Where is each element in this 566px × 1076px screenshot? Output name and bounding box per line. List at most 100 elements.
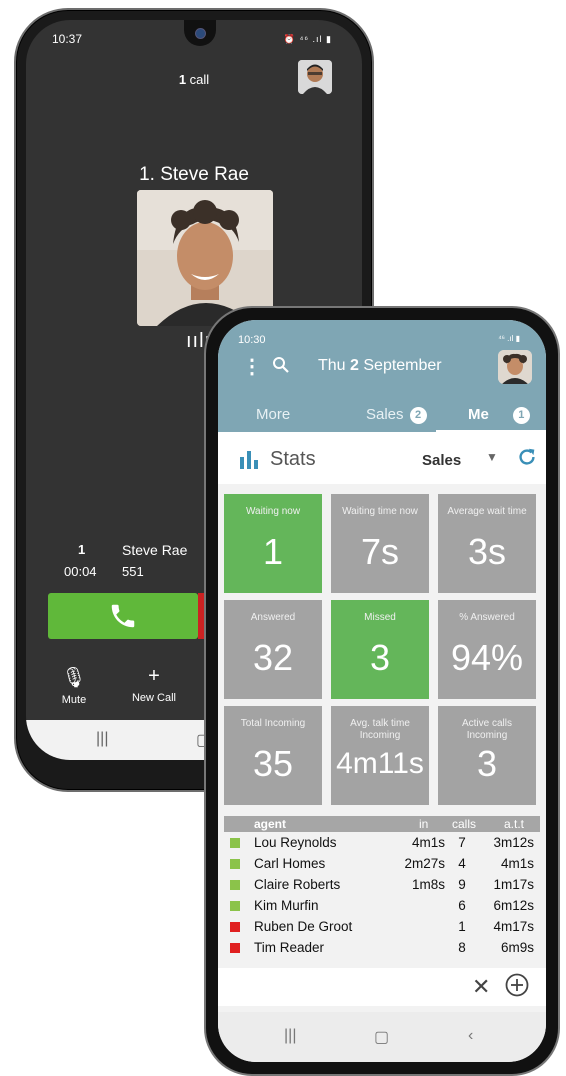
- agents-table-header: agent in calls a.t.t: [224, 816, 540, 832]
- status-indicator: [230, 901, 240, 911]
- tile-label: Waiting time now: [342, 506, 418, 517]
- phone-icon: [111, 604, 135, 628]
- agent-calls: 9: [458, 877, 466, 892]
- tile-value: 1: [262, 531, 284, 572]
- agent-att: 4m17s: [493, 919, 534, 934]
- caller-extension: 551: [122, 564, 144, 579]
- agents-table: agent in calls a.t.t Lou Reynolds 4m1s 7 3m…: [224, 816, 540, 958]
- status-indicator: [230, 943, 240, 953]
- tab-me-label: Me: [468, 406, 489, 423]
- tile-average-wait-time[interactable]: Average wait time 3s: [438, 494, 536, 593]
- tab-bar: More Sales 2 Me 1: [218, 400, 546, 432]
- table-row[interactable]: Claire Roberts 1m8s 9 1m17s: [224, 874, 540, 895]
- agent-name: Lou Reynolds: [254, 835, 337, 850]
- mute-button[interactable]: 🎙︎ Mute: [44, 665, 104, 706]
- agent-in: 2m27s: [404, 856, 445, 871]
- tile-label: Average wait time: [447, 506, 527, 517]
- table-row[interactable]: Ruben De Groot 1 4m17s: [224, 916, 540, 937]
- close-icon[interactable]: ✕: [472, 974, 490, 1000]
- recent-apps-icon[interactable]: |||: [284, 1027, 296, 1045]
- tile-total-incoming[interactable]: Total Incoming 35: [224, 706, 322, 805]
- col-att: a.t.t: [504, 817, 525, 831]
- tile-missed[interactable]: Missed 3: [331, 600, 429, 699]
- user-avatar[interactable]: [298, 60, 332, 94]
- tile-active-calls[interactable]: Active calls Incoming 3: [438, 706, 536, 805]
- front-camera: [195, 28, 206, 39]
- kebab-menu-icon[interactable]: ⋮: [242, 354, 262, 379]
- table-row[interactable]: Lou Reynolds 4m1s 7 3m12s: [224, 832, 540, 853]
- tile-value: 94%: [450, 637, 524, 678]
- tile-avg-talk-time[interactable]: Avg. talk time Incoming 4m11s: [331, 706, 429, 805]
- status-icons: ⏰ ⁴⁶ .ıl ▮: [283, 34, 332, 44]
- user-avatar[interactable]: [498, 350, 532, 384]
- new-call-button[interactable]: + New Call: [124, 665, 184, 704]
- tab-me[interactable]: Me 1: [468, 406, 530, 424]
- plus-icon: +: [148, 665, 160, 687]
- status-indicator: [230, 838, 240, 848]
- tab-sales-label: Sales: [366, 406, 404, 423]
- mute-label: Mute: [61, 694, 87, 706]
- call-timer: 00:04: [64, 564, 97, 579]
- new-call-label: New Call: [131, 692, 176, 704]
- tile-label: Waiting now: [245, 506, 301, 517]
- tile-waiting-now[interactable]: Waiting now 1: [224, 494, 322, 593]
- bottom-action-bar: ✕: [218, 968, 546, 1006]
- recent-apps-icon[interactable]: |||: [96, 730, 108, 748]
- back-icon[interactable]: ‹: [468, 1027, 473, 1045]
- agent-in: 1m8s: [411, 877, 445, 892]
- date-label: Thu 2 September: [318, 357, 442, 375]
- tile-label: Answered: [250, 612, 296, 623]
- stats-toolbar: Stats Sales ▼: [218, 432, 546, 484]
- agent-calls: 1: [458, 919, 466, 934]
- date-day: 2: [350, 357, 359, 374]
- line-number: 1: [78, 542, 86, 557]
- agent-calls: 8: [458, 940, 466, 955]
- caller-name: Steve Rae: [122, 542, 188, 558]
- agents-table-body: Lou Reynolds 4m1s 7 3m12s Carl Homes 2m27s 4 4m…: [224, 832, 540, 958]
- tile-value: 32: [252, 637, 294, 678]
- tile-percent-answered[interactable]: % Answered 94%: [438, 600, 536, 699]
- agent-att: 4m1s: [500, 856, 534, 871]
- dropdown-caret-icon[interactable]: ▼: [486, 450, 498, 464]
- table-row[interactable]: Tim Reader 8 6m9s: [224, 937, 540, 958]
- table-row[interactable]: Carl Homes 2m27s 4 4m1s: [224, 853, 540, 874]
- table-row[interactable]: Kim Murfin 6 6m12s: [224, 895, 540, 916]
- stats-title: Stats: [270, 448, 316, 470]
- agent-name: Claire Roberts: [254, 877, 341, 892]
- agent-calls: 4: [458, 856, 466, 871]
- status-indicator: [230, 922, 240, 932]
- agent-in: 4m1s: [411, 835, 445, 850]
- search-icon[interactable]: [272, 356, 290, 379]
- status-indicator: [230, 880, 240, 890]
- refresh-icon[interactable]: [516, 446, 538, 473]
- tab-sales[interactable]: Sales 2: [366, 406, 427, 424]
- tile-value: 3: [369, 637, 391, 678]
- status-time: 10:30: [238, 334, 266, 346]
- bar-chart-icon: [239, 449, 263, 474]
- tile-answered[interactable]: Answered 32: [224, 600, 322, 699]
- app-header: 10:30 ⁴⁶ .ıl ▮ ⋮ Thu 2 September More Sa…: [218, 320, 546, 432]
- call-count-number: 1: [178, 72, 187, 87]
- col-calls: calls: [452, 817, 477, 831]
- tile-label: Missed: [364, 612, 396, 623]
- tab-sales-badge: 2: [409, 407, 427, 424]
- agent-name: Carl Homes: [254, 856, 326, 871]
- tile-label: % Answered: [459, 612, 515, 623]
- tab-me-badge: 1: [512, 407, 530, 424]
- status-icons: ⁴⁶ .ıl ▮: [498, 334, 520, 343]
- agent-att: 6m12s: [493, 898, 534, 913]
- agent-calls: 6: [458, 898, 466, 913]
- tile-waiting-time-now[interactable]: Waiting time now 7s: [331, 494, 429, 593]
- caller-heading: 1. Steve Rae: [139, 164, 249, 185]
- front-phone-screen: 10:30 ⁴⁶ .ıl ▮ ⋮ Thu 2 September More Sa…: [218, 320, 546, 1062]
- add-circle-icon[interactable]: [504, 972, 530, 1003]
- tab-more[interactable]: More: [256, 406, 290, 423]
- microphone-icon: 🎙︎: [61, 667, 87, 689]
- queue-select[interactable]: Sales: [422, 452, 461, 469]
- call-count-label: call: [186, 72, 210, 87]
- agent-calls: 7: [458, 835, 466, 850]
- answer-call-button[interactable]: [48, 593, 198, 639]
- tab-more-label: More: [256, 406, 291, 423]
- home-icon[interactable]: ▢: [374, 1027, 389, 1047]
- tile-label: Active calls Incoming: [461, 718, 512, 741]
